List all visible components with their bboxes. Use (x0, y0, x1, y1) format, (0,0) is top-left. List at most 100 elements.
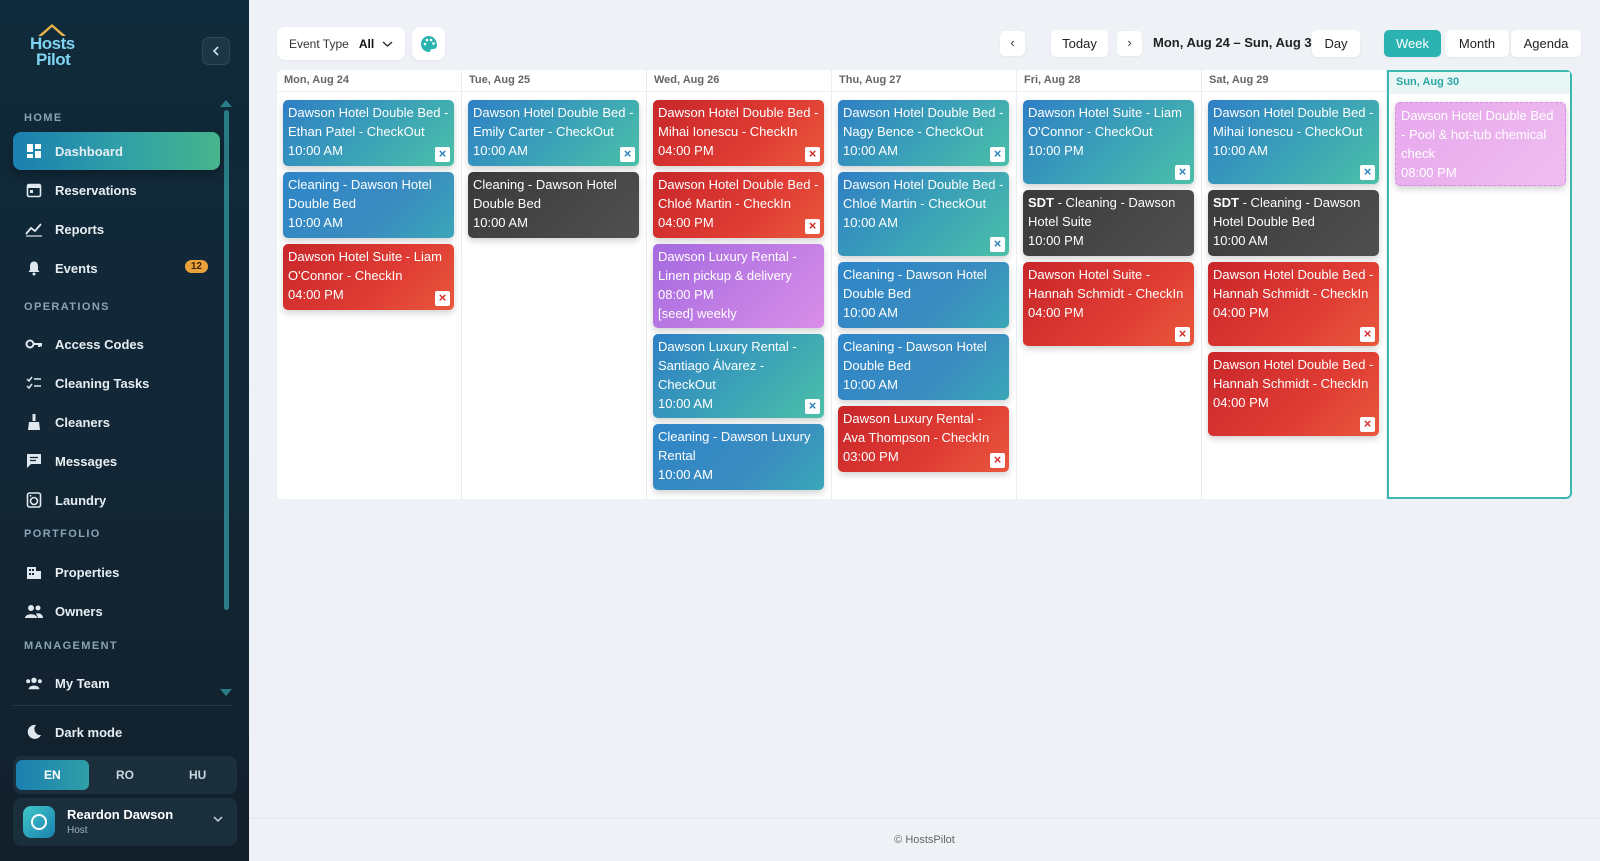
view-day-button[interactable]: Day (1312, 30, 1360, 57)
delete-event-icon[interactable]: × (1360, 327, 1375, 342)
chevron-down-icon (213, 814, 223, 826)
calendar-event[interactable]: Dawson Hotel Double Bed - Nagy Bence - C… (838, 100, 1009, 166)
day-column-fri[interactable]: Fri, Aug 28 Dawson Hotel Suite - Liam O'… (1017, 70, 1202, 499)
sidebar-scrollbar[interactable] (224, 110, 229, 610)
delete-event-icon[interactable]: × (990, 237, 1005, 252)
day-column-sat[interactable]: Sat, Aug 29 Dawson Hotel Double Bed - Mi… (1202, 70, 1387, 499)
language-ro-button[interactable]: RO (89, 760, 162, 790)
calendar-event[interactable]: Cleaning - Dawson Hotel Double Bed 10:00… (838, 262, 1009, 328)
palette-button[interactable] (412, 27, 445, 60)
day-column-thu[interactable]: Thu, Aug 27 Dawson Hotel Double Bed - Na… (832, 70, 1017, 499)
event-title: Dawson Hotel Double Bed - Hannah Schmidt… (1213, 357, 1374, 391)
view-month-button[interactable]: Month (1445, 30, 1509, 57)
scroll-down-arrow[interactable] (220, 689, 232, 696)
delete-event-icon[interactable]: × (805, 399, 820, 414)
delete-event-icon[interactable]: × (435, 291, 450, 306)
sidebar-item-my-team[interactable]: My Team (13, 664, 220, 702)
sidebar-item-label: Reservations (55, 182, 137, 198)
prev-week-button[interactable]: ‹ (1000, 31, 1025, 56)
event-title: Dawson Hotel Double Bed - Chloé Martin -… (843, 177, 1004, 211)
calendar-event[interactable]: Cleaning - Dawson Hotel Double Bed 10:00… (468, 172, 639, 238)
event-time: 04:00 PM (288, 287, 344, 302)
sidebar-item-owners[interactable]: Owners (13, 592, 220, 630)
sidebar-item-cleaning-tasks[interactable]: Cleaning Tasks (13, 364, 220, 402)
view-agenda-button[interactable]: Agenda (1511, 30, 1581, 57)
event-time: 10:00 AM (843, 143, 898, 158)
event-time: 10:00 AM (658, 396, 713, 411)
calendar-event[interactable]: Cleaning - Dawson Hotel Double Bed 10:00… (283, 172, 454, 238)
calendar-event[interactable]: Dawson Hotel Suite - Liam O'Connor - Che… (1023, 100, 1194, 184)
calendar-event[interactable]: Dawson Hotel Suite - Liam O'Connor - Che… (283, 244, 454, 310)
calendar-event[interactable]: Dawson Hotel Double Bed - Hannah Schmidt… (1208, 262, 1379, 346)
event-time: 10:00 AM (288, 143, 343, 158)
next-week-button[interactable]: › (1117, 31, 1142, 56)
event-time: 10:00 PM (1028, 143, 1084, 158)
day-column-mon[interactable]: Mon, Aug 24 Dawson Hotel Double Bed - Et… (277, 70, 462, 499)
sidebar-item-access-codes[interactable]: Access Codes (13, 325, 220, 363)
delete-event-icon[interactable]: × (1175, 165, 1190, 180)
palette-icon (420, 35, 437, 52)
language-en-button[interactable]: EN (16, 760, 89, 790)
event-type-value: All (358, 36, 375, 51)
calendar-event[interactable]: Dawson Luxury Rental - Linen pickup & de… (653, 244, 824, 328)
sidebar-item-events[interactable]: Events 12 (13, 249, 220, 287)
today-button[interactable]: Today (1051, 30, 1108, 57)
calendar-event[interactable]: Dawson Hotel Double Bed - Mihai Ionescu … (1208, 100, 1379, 184)
calendar-event[interactable]: Dawson Hotel Double Bed - Hannah Schmidt… (1208, 352, 1379, 436)
scroll-up-arrow[interactable] (220, 100, 232, 107)
sidebar-item-dashboard[interactable]: Dashboard (13, 132, 220, 170)
calendar-event[interactable]: Dawson Hotel Double Bed - Chloé Martin -… (838, 172, 1009, 256)
event-title: SDT - Cleaning - Dawson Hotel Suite (1028, 193, 1189, 231)
day-column-wed[interactable]: Wed, Aug 26 Dawson Hotel Double Bed - Mi… (647, 70, 832, 499)
day-column-tue[interactable]: Tue, Aug 25 Dawson Hotel Double Bed - Em… (462, 70, 647, 499)
calendar-event[interactable]: Dawson Luxury Rental - Santiago Álvarez … (653, 334, 824, 418)
language-hu-button[interactable]: HU (161, 760, 234, 790)
calendar-event[interactable]: Dawson Luxury Rental - Ava Thompson - Ch… (838, 406, 1009, 472)
bell-icon (25, 259, 43, 277)
calendar-event[interactable]: Dawson Hotel Double Bed - Emily Carter -… (468, 100, 639, 166)
chevron-left-icon (212, 46, 219, 56)
sidebar-item-cleaners[interactable]: Cleaners (13, 403, 220, 441)
chat-icon (25, 452, 43, 470)
sidebar-item-reservations[interactable]: Reservations (13, 171, 220, 209)
sidebar-item-label: Reports (55, 221, 105, 237)
calendar-event[interactable]: Cleaning - Dawson Luxury Rental 10:00 AM (653, 424, 824, 490)
sidebar-item-reports[interactable]: Reports (13, 210, 220, 248)
delete-event-icon[interactable]: × (1175, 327, 1190, 342)
event-time: 03:00 PM (843, 449, 899, 464)
week-calendar: Mon, Aug 24 Dawson Hotel Double Bed - Et… (277, 70, 1572, 499)
collapse-sidebar-button[interactable] (202, 37, 230, 65)
calendar-event[interactable]: Dawson Hotel Suite - Hannah Schmidt - Ch… (1023, 262, 1194, 346)
sidebar-item-label: Properties (55, 564, 120, 580)
calendar-event[interactable]: SDT - Cleaning - Dawson Hotel Suite 10:0… (1023, 190, 1194, 256)
calendar-event[interactable]: Dawson Hotel Double Bed - Ethan Patel - … (283, 100, 454, 166)
washer-icon (25, 491, 43, 509)
delete-event-icon[interactable]: × (805, 147, 820, 162)
event-time: 04:00 PM (1028, 305, 1084, 320)
sidebar-item-properties[interactable]: Properties (13, 553, 220, 591)
sidebar-item-label: Cleaning Tasks (55, 375, 150, 391)
sidebar-item-laundry[interactable]: Laundry (13, 481, 220, 519)
delete-event-icon[interactable]: × (620, 147, 635, 162)
event-time: 10:00 AM (658, 467, 713, 482)
calendar-event[interactable]: Dawson Hotel Double Bed - Chloé Martin -… (653, 172, 824, 238)
hostspilot-logo[interactable]: Hosts Pilot (28, 22, 88, 72)
delete-event-icon[interactable]: × (990, 147, 1005, 162)
delete-event-icon[interactable]: × (1360, 165, 1375, 180)
sidebar-item-messages[interactable]: Messages (13, 442, 220, 480)
calendar-event[interactable]: SDT - Cleaning - Dawson Hotel Double Bed… (1208, 190, 1379, 256)
delete-event-icon[interactable]: × (435, 147, 450, 162)
user-menu[interactable]: Reardon Dawson Host (13, 798, 237, 846)
day-header: Wed, Aug 26 (647, 70, 831, 92)
calendar-event[interactable]: Cleaning - Dawson Hotel Double Bed 10:00… (838, 334, 1009, 400)
delete-event-icon[interactable]: × (805, 219, 820, 234)
view-week-button[interactable]: Week (1384, 30, 1441, 57)
event-type-filter[interactable]: Event Type All (277, 27, 406, 60)
delete-event-icon[interactable]: × (1360, 417, 1375, 432)
day-column-sun[interactable]: Sun, Aug 30 Dawson Hotel Double Bed - Po… (1387, 70, 1572, 499)
dark-mode-toggle[interactable]: Dark mode (13, 713, 220, 751)
calendar-event[interactable]: Dawson Hotel Double Bed - Mihai Ionescu … (653, 100, 824, 166)
calendar-event[interactable]: Dawson Hotel Double Bed - Pool & hot-tub… (1395, 102, 1566, 186)
event-title: Dawson Hotel Double Bed - Mihai Ionescu … (1213, 105, 1374, 139)
delete-event-icon[interactable]: × (990, 453, 1005, 468)
